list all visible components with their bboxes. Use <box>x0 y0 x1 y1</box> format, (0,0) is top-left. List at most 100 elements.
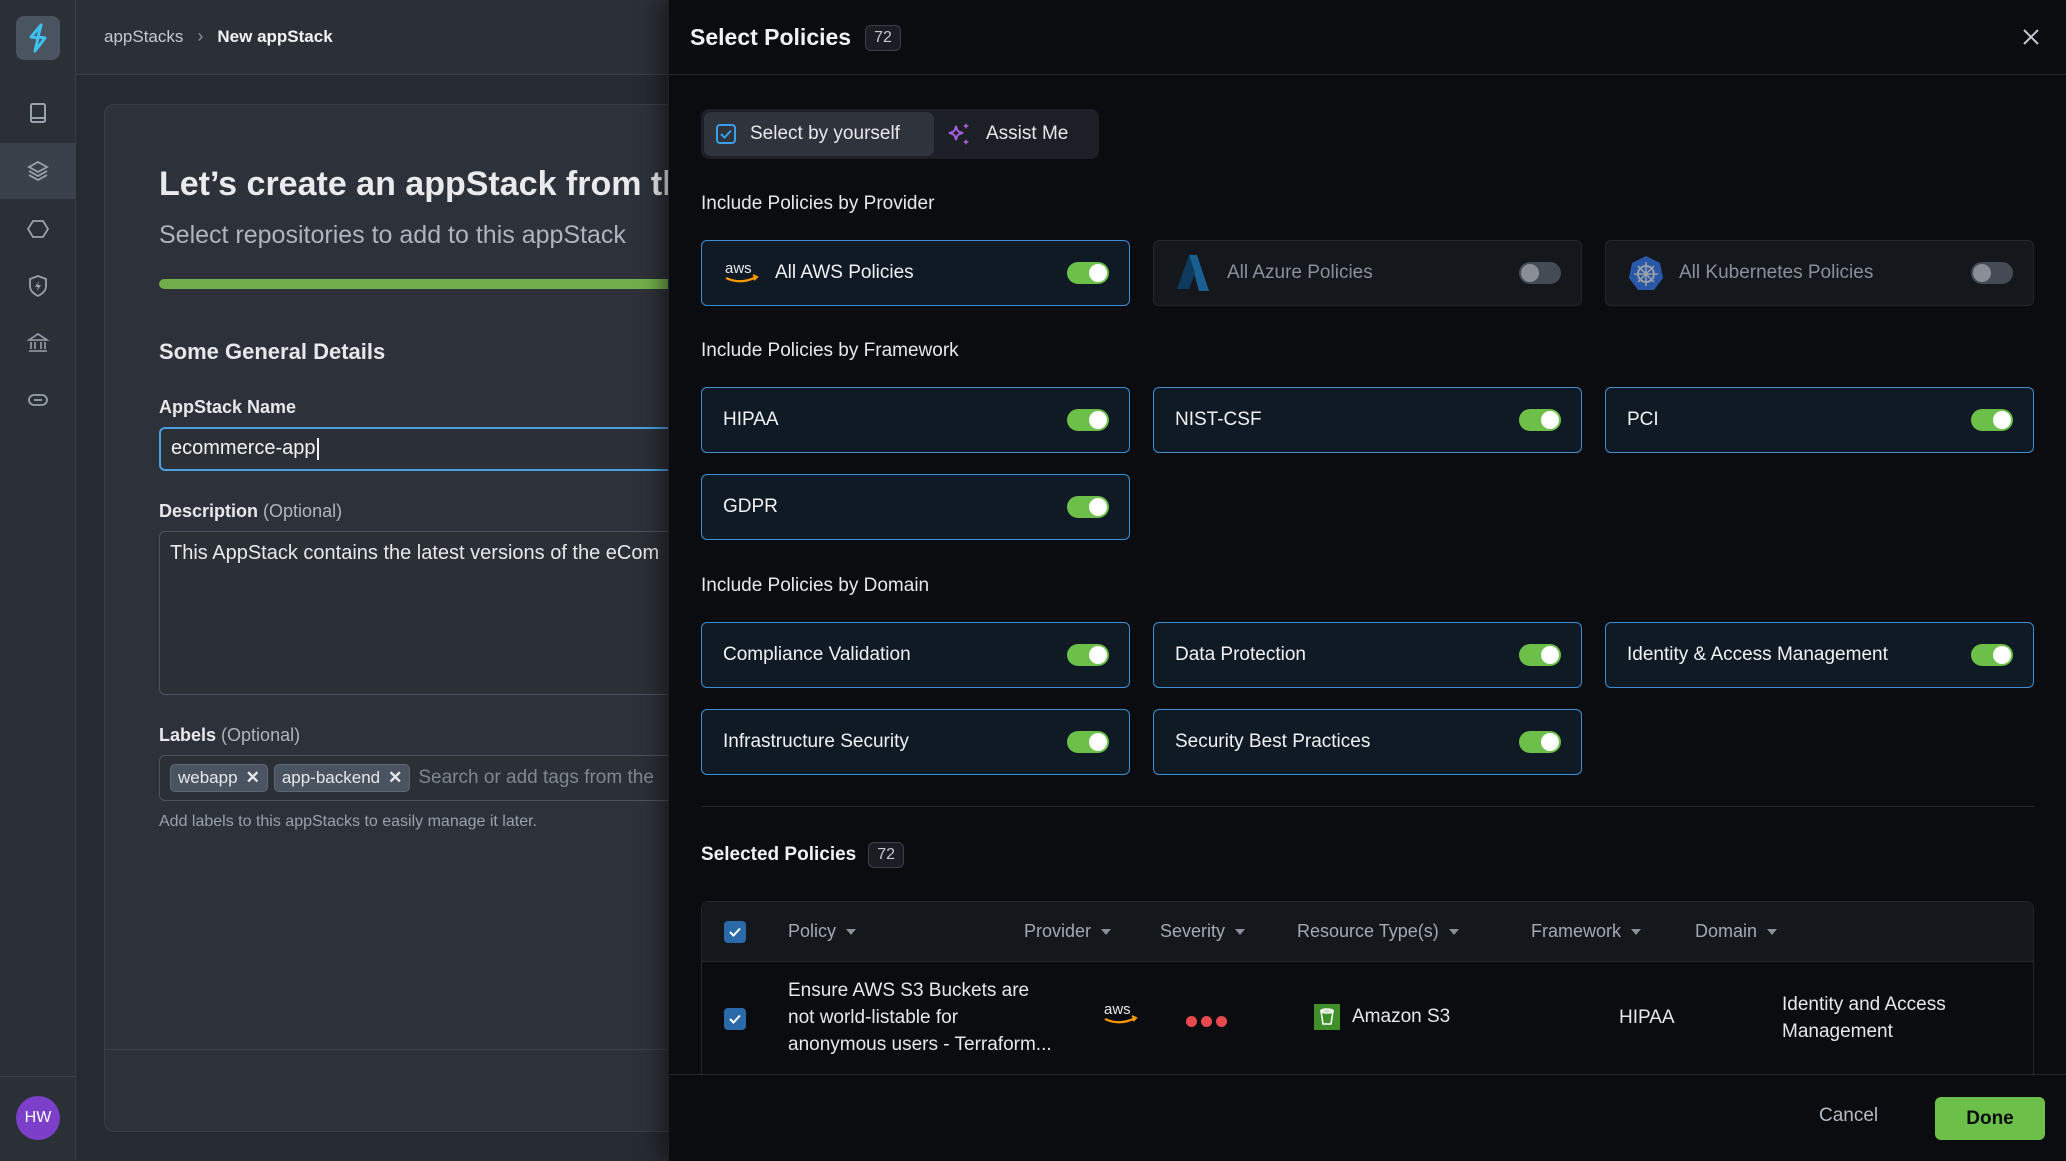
domain-label: Identity & Access Management <box>1627 644 1888 665</box>
resource-type-label: Amazon S3 <box>1352 1006 1451 1027</box>
domain-cell: Identity and Access Management <box>1782 991 1946 1045</box>
sidebar: HW <box>0 0 76 1161</box>
azure-toggle[interactable] <box>1519 262 1561 284</box>
framework-toggle[interactable] <box>1067 409 1109 431</box>
section-divider <box>701 806 2034 807</box>
nav-appstacks[interactable] <box>0 143 76 199</box>
provider-card-aws[interactable]: aws All AWS Policies <box>701 240 1130 306</box>
select-all-checkbox[interactable] <box>724 921 746 943</box>
domain-card-infrastructure-security[interactable]: Infrastructure Security <box>701 709 1130 775</box>
domain-toggle[interactable] <box>1519 644 1561 666</box>
framework-card-gdpr[interactable]: GDPR <box>701 474 1130 540</box>
framework-label: PCI <box>1627 409 1659 430</box>
provider-card-azure[interactable]: All Azure Policies <box>1153 240 1582 306</box>
chevron-right-icon: › <box>197 26 204 46</box>
text-caret <box>316 437 319 460</box>
select-by-yourself-label: Select by yourself <box>750 123 900 144</box>
domain-toggle[interactable] <box>1519 731 1561 753</box>
framework-toggle[interactable] <box>1519 409 1561 431</box>
provider-card-kubernetes[interactable]: All Kubernetes Policies <box>1605 240 2034 306</box>
domain-label: Security Best Practices <box>1175 731 1371 752</box>
framework-toggle[interactable] <box>1971 409 2013 431</box>
severity-dot <box>1201 1016 1212 1027</box>
nav-hexagon[interactable] <box>0 201 76 257</box>
column-framework[interactable]: Framework <box>1531 921 1642 942</box>
logo-icon <box>29 23 47 53</box>
appstack-name-label: AppStack Name <box>159 397 297 417</box>
aws-toggle[interactable] <box>1067 262 1109 284</box>
svg-text:aws: aws <box>725 260 752 277</box>
domain-label: Compliance Validation <box>723 644 911 665</box>
column-label: Domain <box>1695 921 1758 941</box>
severity-indicator <box>1186 1011 1231 1033</box>
sidebar-divider <box>0 1076 76 1077</box>
domain-card-data-protection[interactable]: Data Protection <box>1153 622 1582 688</box>
svg-text:aws: aws <box>1104 1001 1131 1018</box>
selected-policies-table: Policy Provider Severity Resource Type(s… <box>701 901 2034 1076</box>
policy-line: Ensure AWS S3 Buckets are <box>788 980 1030 1001</box>
cancel-button[interactable]: Cancel <box>1819 1105 1878 1127</box>
labels-label-text: Labels <box>159 725 217 745</box>
domain-card-iam[interactable]: Identity & Access Management <box>1605 622 2034 688</box>
assist-me-label: Assist Me <box>986 123 1069 144</box>
user-avatar[interactable]: HW <box>16 1096 60 1140</box>
domain-label: Infrastructure Security <box>723 731 909 752</box>
policy-cell[interactable]: Ensure AWS S3 Buckets are not world-list… <box>788 977 1052 1058</box>
sort-caret-icon <box>1767 928 1778 935</box>
column-provider[interactable]: Provider <box>1024 921 1112 942</box>
breadcrumb-appstacks[interactable]: appStacks <box>104 27 183 47</box>
column-severity[interactable]: Severity <box>1160 921 1246 942</box>
framework-card-pci[interactable]: PCI <box>1605 387 2034 453</box>
domain-toggle[interactable] <box>1067 731 1109 753</box>
framework-card-nist-csf[interactable]: NIST-CSF <box>1153 387 1582 453</box>
nav-integrations[interactable] <box>0 372 76 428</box>
framework-section-label: Include Policies by Framework <box>701 340 959 361</box>
description-label: Description (Optional) <box>159 501 342 522</box>
nav-repositories[interactable] <box>0 86 76 142</box>
domain-line: Management <box>1782 1021 1893 1042</box>
framework-toggle[interactable] <box>1067 496 1109 518</box>
appstack-name-value: ecommerce-app <box>171 437 316 459</box>
labels-hint: Add labels to this appStacks to easily m… <box>159 813 537 830</box>
close-button[interactable] <box>2018 24 2044 50</box>
nav-security[interactable] <box>0 258 76 314</box>
remove-tag-icon[interactable]: ✕ <box>388 768 402 788</box>
tag-chip: webapp ✕ <box>170 764 268 792</box>
nav-compliance[interactable] <box>0 315 76 371</box>
domain-line: Identity and Access <box>1782 994 1946 1015</box>
link-icon <box>28 394 48 406</box>
description-value: This AppStack contains the latest versio… <box>170 542 660 564</box>
page-subtitle: Select repositories to add to this appSt… <box>159 221 626 249</box>
remove-tag-icon[interactable]: ✕ <box>246 768 260 788</box>
kubernetes-toggle[interactable] <box>1971 262 2013 284</box>
column-policy[interactable]: Policy <box>788 921 857 942</box>
domain-toggle[interactable] <box>1971 644 2013 666</box>
policy-count-badge: 72 <box>865 24 901 51</box>
column-label: Framework <box>1531 921 1622 941</box>
table-row[interactable]: Ensure AWS S3 Buckets are not world-list… <box>702 962 2033 1075</box>
framework-card-hipaa[interactable]: HIPAA <box>701 387 1130 453</box>
page-title: Let’s create an appStack from th <box>159 165 684 203</box>
dialog-title-text: Select Policies <box>690 24 852 50</box>
app-logo[interactable] <box>16 16 60 60</box>
optional-label: (Optional) <box>221 725 301 745</box>
section-heading: Some General Details <box>159 339 386 364</box>
assist-me-button[interactable]: Assist Me <box>934 112 1086 156</box>
column-domain[interactable]: Domain <box>1695 921 1778 942</box>
done-button[interactable]: Done <box>1935 1097 2045 1140</box>
domain-toggle[interactable] <box>1067 644 1109 666</box>
tags-search-placeholder[interactable]: Search or add tags from the <box>418 767 654 789</box>
dialog-title: Select Policies 72 <box>690 24 901 51</box>
domain-card-security-best-practices[interactable]: Security Best Practices <box>1153 709 1582 775</box>
domain-card-compliance-validation[interactable]: Compliance Validation <box>701 622 1130 688</box>
row-checkbox[interactable] <box>724 1008 746 1030</box>
table-header: Policy Provider Severity Resource Type(s… <box>702 902 2033 962</box>
framework-label: HIPAA <box>723 409 779 430</box>
framework-cell: HIPAA <box>1619 1007 1675 1028</box>
column-resource-types[interactable]: Resource Type(s) <box>1297 921 1459 942</box>
select-by-yourself-button[interactable]: Select by yourself <box>704 112 934 156</box>
breadcrumb-current: New appStack <box>217 26 333 46</box>
domain-label: Data Protection <box>1175 644 1306 665</box>
hexagon-icon <box>26 220 50 238</box>
tag-label: webapp <box>178 768 238 787</box>
